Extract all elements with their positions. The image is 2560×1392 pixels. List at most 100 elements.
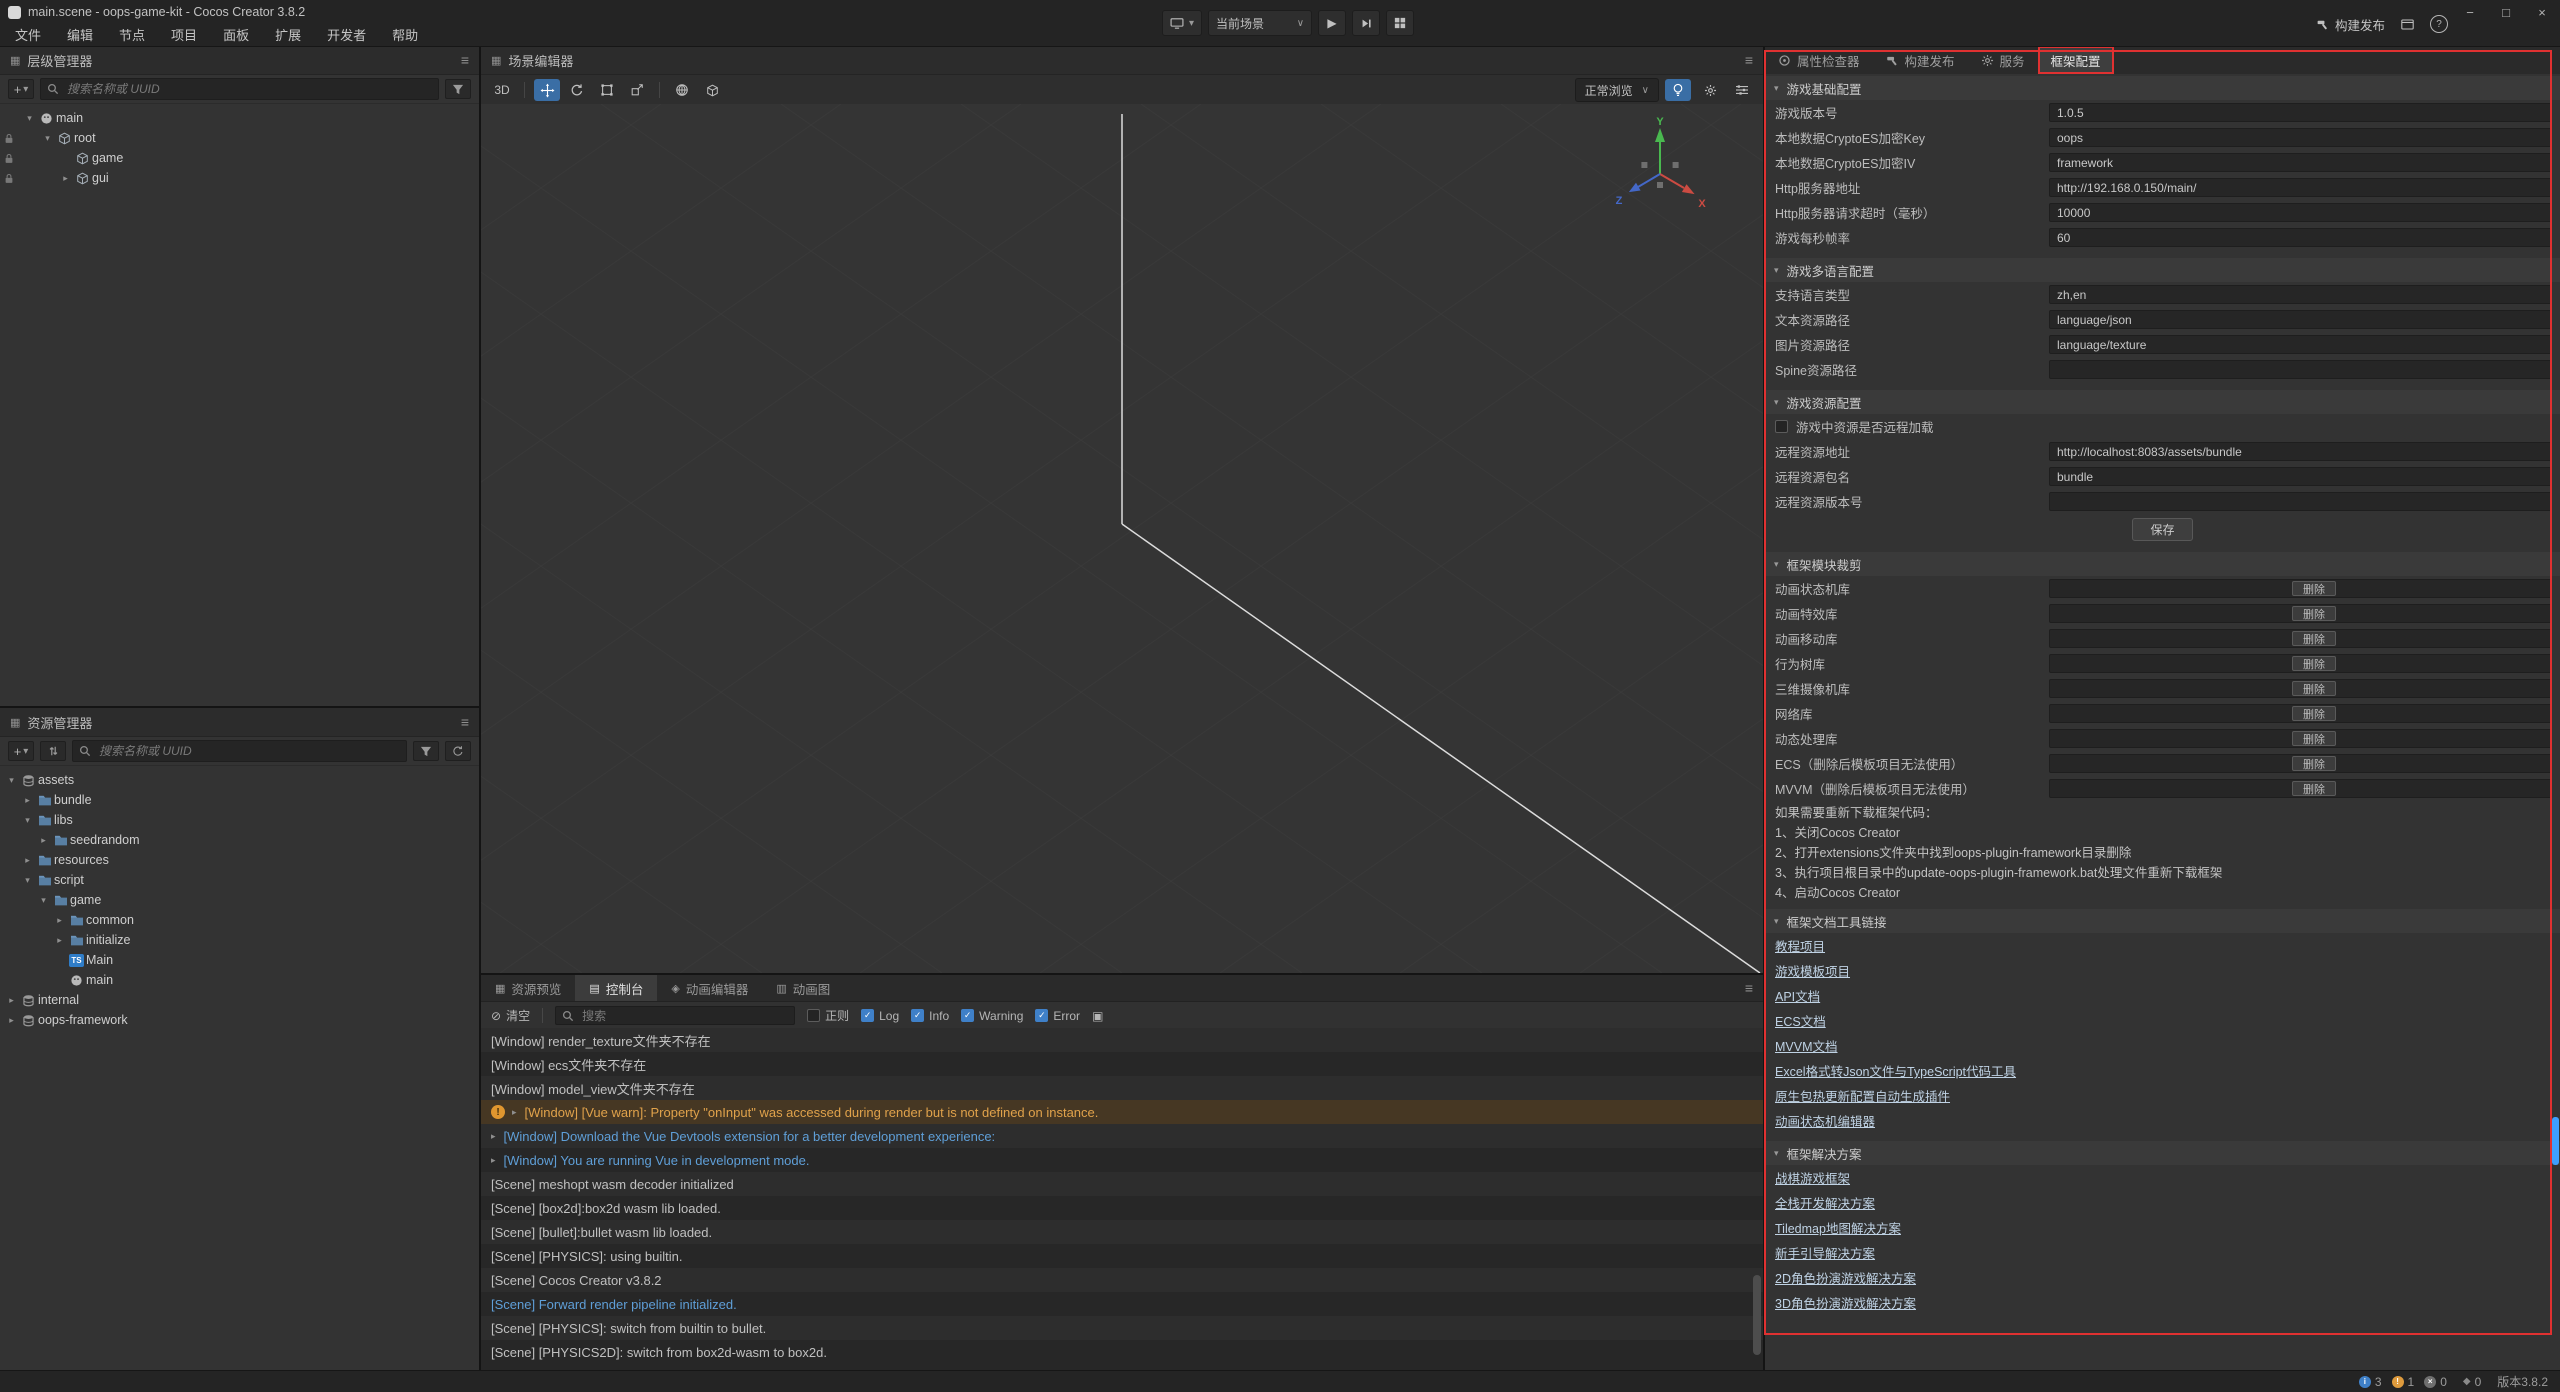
checkbox-icon[interactable]: ✓: [961, 1009, 974, 1022]
menu-icon[interactable]: ≡: [461, 52, 469, 68]
gizmo-settings-button[interactable]: [1697, 79, 1723, 101]
expander-icon[interactable]: ▸: [491, 1155, 496, 1166]
lock-icon[interactable]: [0, 153, 18, 164]
help-button[interactable]: ?: [2430, 15, 2448, 33]
section-header[interactable]: ▾游戏资源配置: [1765, 390, 2560, 414]
expand-arrow-icon[interactable]: ▸: [52, 935, 67, 946]
checkbox-icon[interactable]: ✓: [861, 1009, 874, 1022]
tab-属性检查器[interactable]: 属性检查器: [1765, 46, 1873, 74]
lock-icon[interactable]: [0, 133, 18, 144]
tree-node-resources[interactable]: ▸resources: [0, 850, 479, 870]
tree-node-game[interactable]: game: [0, 148, 479, 168]
clear-console-button[interactable]: ⊘ 清空: [491, 1007, 530, 1024]
tab-资源预览[interactable]: ▦资源预览: [481, 975, 575, 1001]
menu-item-帮助[interactable]: 帮助: [379, 24, 431, 45]
tree-node-initialize[interactable]: ▸initialize: [0, 930, 479, 950]
menu-item-文件[interactable]: 文件: [2, 24, 54, 45]
menu-item-扩展[interactable]: 扩展: [262, 24, 314, 45]
layout-button[interactable]: [1386, 10, 1414, 36]
field-input[interactable]: [2049, 128, 2552, 147]
preview-window-button[interactable]: [2401, 19, 2414, 30]
light-toggle-button[interactable]: [1665, 79, 1691, 101]
log-row[interactable]: [Scene] [box2d]:box2d wasm lib loaded.: [481, 1196, 1763, 1220]
delete-button[interactable]: 删除: [2292, 656, 2336, 671]
delete-button[interactable]: 删除: [2292, 731, 2336, 746]
log-row[interactable]: [Scene] meshopt wasm decoder initialized: [481, 1172, 1763, 1196]
field-input[interactable]: [2049, 203, 2552, 222]
expand-arrow-icon[interactable]: ▸: [4, 1015, 19, 1026]
regex-toggle[interactable]: 正则: [807, 1007, 849, 1024]
section-header[interactable]: ▾游戏多语言配置: [1765, 258, 2560, 282]
tree-node-main[interactable]: ▾main: [0, 108, 479, 128]
menu-item-编辑[interactable]: 编辑: [54, 24, 106, 45]
expand-arrow-icon[interactable]: ▾: [20, 815, 35, 826]
checkbox-icon[interactable]: ✓: [911, 1009, 924, 1022]
pivot-button[interactable]: [699, 79, 725, 101]
expand-arrow-icon[interactable]: ▾: [40, 133, 55, 144]
tab-框架配置[interactable]: 框架配置: [2038, 46, 2114, 74]
scene-settings-button[interactable]: [1729, 79, 1755, 101]
expander-icon[interactable]: ▸: [491, 1131, 496, 1142]
doc-link[interactable]: 教程项目: [1775, 936, 1825, 955]
log-row[interactable]: [Scene] [PHYSICS]: switch from builtin t…: [481, 1316, 1763, 1340]
scene-viewport[interactable]: Y X Z: [481, 104, 1763, 973]
refresh-button[interactable]: [445, 741, 471, 761]
tab-动画编辑器[interactable]: ◈动画编辑器: [657, 975, 762, 1001]
checkbox-icon[interactable]: [1775, 420, 1788, 433]
lock-icon[interactable]: [0, 173, 18, 184]
delete-button[interactable]: 删除: [2292, 781, 2336, 796]
tree-node-gui[interactable]: ▸gui: [0, 168, 479, 188]
preview-device-button[interactable]: ▾: [1162, 10, 1202, 36]
tab-服务[interactable]: 服务: [1968, 46, 2038, 74]
log-row[interactable]: [Scene] Forward render pipeline initiali…: [481, 1292, 1763, 1316]
checkbox-icon[interactable]: [807, 1009, 820, 1022]
tree-node-seedrandom[interactable]: ▸seedrandom: [0, 830, 479, 850]
field-input[interactable]: [2049, 335, 2552, 354]
delete-button[interactable]: 删除: [2292, 581, 2336, 596]
tree-node-Main[interactable]: TSMain: [0, 950, 479, 970]
doc-link[interactable]: 游戏模板项目: [1775, 961, 1850, 980]
log-row[interactable]: [Scene] [bullet]:bullet wasm lib loaded.: [481, 1220, 1763, 1244]
axis-gizmo[interactable]: Y X Z: [1605, 116, 1715, 220]
doc-link[interactable]: 原生包热更新配置自动生成插件: [1775, 1086, 1950, 1105]
field-input[interactable]: [2049, 467, 2552, 486]
doc-link[interactable]: API文档: [1775, 986, 1820, 1005]
tree-node-libs[interactable]: ▾libs: [0, 810, 479, 830]
field-input[interactable]: [2049, 285, 2552, 304]
expand-arrow-icon[interactable]: ▸: [20, 795, 35, 806]
field-input[interactable]: [2049, 153, 2552, 172]
filter-log[interactable]: ✓Log: [861, 1009, 899, 1023]
menu-icon[interactable]: ≡: [1735, 975, 1763, 1001]
move-tool-button[interactable]: [534, 79, 560, 101]
filter-warning[interactable]: ✓Warning: [961, 1009, 1023, 1023]
expander-icon[interactable]: ▸: [512, 1107, 517, 1118]
expand-arrow-icon[interactable]: ▸: [4, 995, 19, 1006]
close-button[interactable]: ×: [2524, 0, 2560, 24]
menu-item-项目[interactable]: 项目: [158, 24, 210, 45]
doc-link[interactable]: ECS文档: [1775, 1011, 1826, 1030]
delete-button[interactable]: 删除: [2292, 606, 2336, 621]
view-mode-select[interactable]: 正常浏览 ∨: [1575, 78, 1659, 102]
field-input[interactable]: [2049, 103, 2552, 122]
field-input[interactable]: [2049, 442, 2552, 461]
filter-button[interactable]: [445, 79, 471, 99]
section-header[interactable]: ▾框架文档工具链接: [1765, 909, 2560, 933]
mode-3d-toggle[interactable]: 3D: [489, 79, 515, 101]
tab-动画图[interactable]: ▥动画图: [762, 975, 844, 1001]
tree-node-game[interactable]: ▾game: [0, 890, 479, 910]
menu-item-开发者[interactable]: 开发者: [314, 24, 379, 45]
log-row[interactable]: ▸[Window] Download the Vue Devtools exte…: [481, 1124, 1763, 1148]
checkbox-icon[interactable]: ✓: [1035, 1009, 1048, 1022]
sort-button[interactable]: [40, 741, 66, 761]
doc-link[interactable]: Tiledmap地图解决方案: [1775, 1218, 1901, 1237]
field-input[interactable]: [2049, 360, 2552, 379]
doc-link[interactable]: 战棋游戏框架: [1775, 1168, 1850, 1187]
tree-node-internal[interactable]: ▸internal: [0, 990, 479, 1010]
tree-node-assets[interactable]: ▾assets: [0, 770, 479, 790]
inspector-scrollbar[interactable]: [2552, 1117, 2559, 1165]
menu-item-节点[interactable]: 节点: [106, 24, 158, 45]
assets-search-input[interactable]: [97, 743, 400, 759]
filter-info[interactable]: ✓Info: [911, 1009, 949, 1023]
expand-arrow-icon[interactable]: ▸: [36, 835, 51, 846]
save-button[interactable]: 保存: [2132, 518, 2192, 541]
